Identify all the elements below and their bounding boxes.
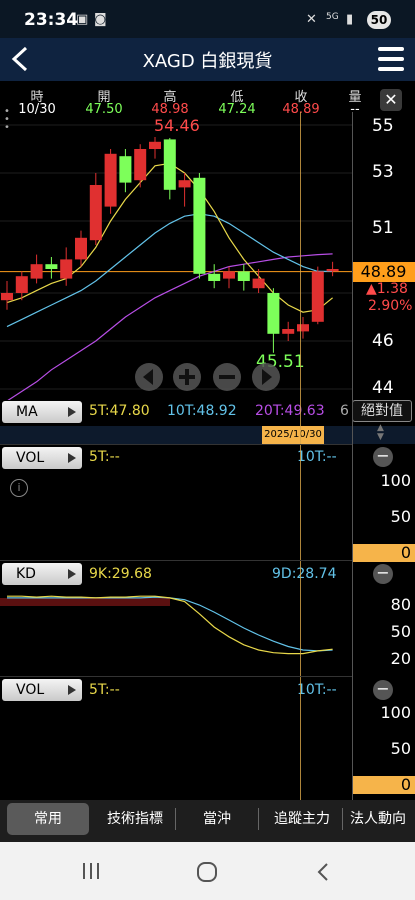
remove-vol2-button[interactable]: − — [373, 680, 393, 700]
y-label-44: 44 — [372, 378, 394, 398]
ma-selector-button[interactable]: MA — [2, 401, 82, 423]
y-label-55: 55 — [372, 116, 394, 136]
candle-body — [282, 329, 295, 334]
candle-body — [30, 264, 43, 279]
y-label-51: 51 — [372, 218, 394, 238]
tab-separator — [258, 808, 259, 830]
close-info-button[interactable]: ✕ — [380, 89, 402, 111]
remove-vol1-button[interactable]: − — [373, 447, 393, 467]
page-title: XAGD 白銀現貨 — [142, 51, 273, 72]
resize-handle-icon[interactable]: ▲ ▼ — [377, 424, 384, 442]
absolute-value-button[interactable]: 絕對值 — [352, 400, 412, 422]
candle-body — [297, 324, 309, 332]
y-label-46: 46 — [372, 331, 394, 351]
tab-day-trading[interactable]: 當沖 — [182, 808, 252, 828]
kd-d-value: 9D:28.74 — [272, 566, 337, 582]
chart-controls — [135, 363, 280, 391]
ma-more-value: 6 — [340, 403, 349, 419]
home-button[interactable] — [196, 861, 218, 883]
cursor-line — [300, 112, 301, 800]
zoom-out-button[interactable] — [213, 363, 241, 391]
vol1-y-100: 100 — [380, 471, 411, 490]
battery-icon: 50 — [367, 11, 391, 29]
ma10-line — [6, 213, 333, 328]
candle-body — [267, 293, 280, 334]
tab-common[interactable]: 常用 — [7, 803, 89, 835]
system-back-button[interactable] — [314, 861, 332, 883]
next-button[interactable] — [252, 363, 280, 391]
candle-body — [149, 141, 161, 149]
vol2-y-0: 0 — [352, 776, 415, 794]
divider-line — [0, 560, 352, 561]
kd-k-value: 9K:29.68 — [89, 566, 152, 582]
candle-body — [311, 271, 324, 322]
candle-body — [119, 156, 132, 183]
vol1-y-0: 0 — [352, 544, 415, 562]
ma10-value: 10T:48.92 — [167, 403, 237, 419]
kd-y-50: 50 — [390, 622, 411, 641]
vol2-y-50: 50 — [390, 739, 411, 758]
recent-apps-button[interactable] — [80, 861, 102, 881]
status-time: 23:34 — [24, 10, 79, 30]
candle-body — [223, 271, 235, 279]
kd-overbought-fill — [0, 598, 170, 606]
vol2-10t: 10T:-- — [297, 682, 337, 698]
info-icon[interactable]: i — [10, 479, 28, 497]
vol-selector-button-1[interactable]: VOL — [2, 447, 82, 469]
candle-body — [252, 278, 265, 289]
image-icon: ▣ — [76, 12, 89, 27]
kd-y-20: 20 — [390, 649, 411, 668]
kd-selector-button[interactable]: KD — [2, 563, 82, 585]
signal-icon: ▮ — [346, 12, 354, 27]
recent-apps-icon — [83, 863, 99, 879]
candle-body — [104, 153, 117, 207]
remove-kd-button[interactable]: − — [373, 564, 393, 584]
tab-technical-indicators[interactable]: 技術指標 — [100, 808, 170, 828]
camera-icon: ◙ — [94, 12, 107, 27]
vol1-5t: 5T:-- — [89, 449, 120, 465]
candle-body — [163, 139, 176, 190]
cursor-date-label: 2025/10/30 — [262, 426, 324, 444]
prev-button[interactable] — [135, 363, 163, 391]
candle-body — [60, 259, 73, 279]
tab-separator — [342, 808, 343, 830]
vol2-5t: 5T:-- — [89, 682, 120, 698]
ma20-value: 20T:49.63 — [255, 403, 325, 419]
candle-body — [1, 293, 13, 301]
divider-line — [0, 676, 352, 677]
candle-body — [134, 149, 147, 181]
vol1-y-50: 50 — [390, 507, 411, 526]
vol2-y-100: 100 — [380, 703, 411, 722]
tab-institutional[interactable]: 法人動向 — [350, 808, 415, 828]
candle-body — [208, 273, 221, 281]
network-icon: 5G — [326, 12, 339, 22]
vol-selector-button-2[interactable]: VOL — [2, 679, 82, 701]
candle-body — [193, 177, 206, 274]
y-label-53: 53 — [372, 162, 394, 182]
candle-body — [237, 271, 250, 281]
mute-icon: ✕ — [306, 12, 317, 27]
candle-body — [89, 185, 102, 241]
candle-body — [326, 269, 339, 272]
back-icon — [317, 863, 328, 881]
kd-y-80: 80 — [390, 595, 411, 614]
zoom-in-button[interactable] — [173, 363, 201, 391]
tab-track-main-force[interactable]: 追蹤主力 — [266, 808, 338, 828]
tab-separator — [175, 808, 176, 830]
vol1-10t: 10T:-- — [297, 449, 337, 465]
divider-line — [0, 444, 352, 445]
candle-body — [178, 180, 191, 188]
menu-button[interactable] — [378, 47, 404, 71]
current-price-tag: 48.89 — [352, 262, 415, 282]
high-price-label: 54.46 — [154, 116, 200, 135]
candle-body — [45, 264, 58, 269]
price-change: ▲1.38 — [366, 281, 408, 297]
ma5-value: 5T:47.80 — [89, 403, 150, 419]
home-icon — [197, 862, 217, 882]
price-change-percent: 2.90% — [368, 298, 413, 314]
candle-body — [15, 276, 28, 293]
candle-body — [75, 237, 87, 260]
axis-divider — [352, 112, 353, 800]
